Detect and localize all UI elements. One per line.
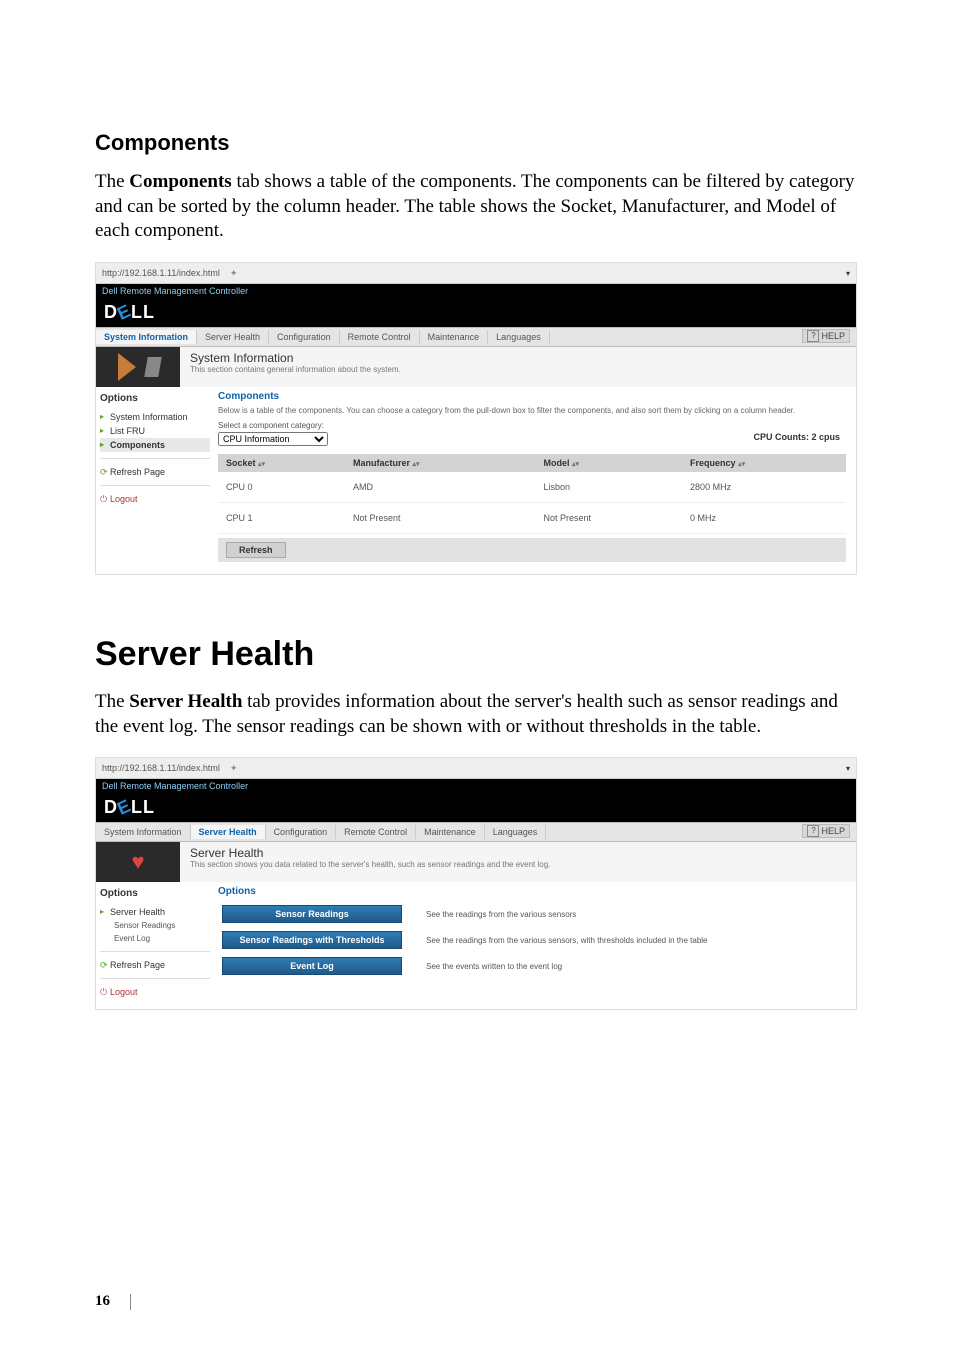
cell: 0 MHz [682, 503, 846, 534]
cell: CPU 1 [218, 503, 345, 534]
address-bar[interactable]: http://192.168.1.11/index.html ✦ ▾ [96, 263, 856, 284]
sidebar-item-sensor-readings[interactable]: Sensor Readings [100, 919, 210, 932]
cell: Not Present [345, 503, 535, 534]
select-label: Select a component category: [218, 421, 846, 430]
card-sensor-readings[interactable]: Sensor Readings [222, 905, 402, 923]
cell: 2800 MHz [682, 472, 846, 503]
sidebar-logout[interactable]: Logout [100, 492, 210, 506]
logo-bar: DELL [96, 298, 856, 327]
section-thumbnail: ♥ [96, 842, 180, 882]
help-label: HELP [821, 826, 845, 836]
category-select[interactable]: CPU Information [218, 432, 328, 446]
panel-subtitle: This section contains general informatio… [190, 365, 846, 374]
sidebar-item-components[interactable]: Components [100, 438, 210, 452]
sidebar: Options Server Health Sensor Readings Ev… [96, 882, 214, 1009]
footer-divider [130, 1294, 131, 1310]
paragraph-components: The Components tab shows a table of the … [95, 170, 859, 244]
panel-title: Server Health [190, 846, 846, 860]
main-tabs: System Information Server Health Configu… [96, 327, 856, 347]
help-button[interactable]: ?HELP [802, 329, 850, 343]
main-tabs: System Information Server Health Configu… [96, 822, 856, 842]
dropdown-icon[interactable]: ▾ [846, 764, 850, 773]
card-sensor-readings-thresholds[interactable]: Sensor Readings with Thresholds [222, 931, 402, 949]
cpu-counts: CPU Counts: 2 cpus [753, 432, 840, 442]
dropdown-icon[interactable]: ▾ [846, 269, 850, 278]
address-bar[interactable]: http://192.168.1.11/index.html ✦ ▾ [96, 758, 856, 779]
card-desc: See the readings from the various sensor… [406, 927, 846, 953]
tab-server-health[interactable]: Server Health [197, 330, 269, 344]
tab-remote-control[interactable]: Remote Control [336, 825, 416, 839]
dell-logo: DELL [104, 302, 155, 323]
sort-icon: ▴▾ [258, 461, 265, 468]
tab-remote-control[interactable]: Remote Control [340, 330, 420, 344]
tab-maintenance[interactable]: Maintenance [420, 330, 489, 344]
components-table: Socket ▴▾ Manufacturer ▴▾ Model ▴▾ Frequ… [218, 454, 846, 534]
panel-title: System Information [190, 351, 846, 365]
sidebar-heading: Options [100, 393, 210, 404]
sort-icon: ▴▾ [738, 461, 745, 468]
cell: AMD [345, 472, 535, 503]
table-row: CPU 1 Not Present Not Present 0 MHz [218, 503, 846, 534]
screenshot-server-health: http://192.168.1.11/index.html ✦ ▾ Dell … [95, 757, 857, 1010]
sidebar-refresh-page[interactable]: Refresh Page [100, 465, 210, 479]
sidebar-logout[interactable]: Logout [100, 985, 210, 999]
sidebar-item-server-health[interactable]: Server Health [100, 905, 210, 919]
help-label: HELP [821, 331, 845, 341]
help-icon: ? [807, 330, 819, 342]
url-text: http://192.168.1.11/index.html [102, 763, 220, 773]
panel-crumb: Components [218, 391, 846, 402]
tab-maintenance[interactable]: Maintenance [416, 825, 485, 839]
panel-subtitle: This section shows you data related to t… [190, 860, 846, 869]
card-event-log[interactable]: Event Log [222, 957, 402, 975]
tab-configuration[interactable]: Configuration [266, 825, 337, 839]
sort-icon: ▴▾ [572, 461, 579, 468]
cell: Lisbon [535, 472, 682, 503]
tab-system-information[interactable]: System Information [96, 825, 191, 839]
panel-crumb: Options [218, 886, 846, 897]
help-icon: ? [807, 825, 819, 837]
panel-description: Below is a table of the components. You … [218, 406, 846, 415]
tab-system-information[interactable]: System Information [96, 330, 197, 344]
page-number: 16 [95, 1293, 110, 1310]
new-tab-icon[interactable]: ✦ [230, 268, 238, 279]
tab-languages[interactable]: Languages [485, 825, 547, 839]
sidebar-heading: Options [100, 888, 210, 899]
cell: Not Present [535, 503, 682, 534]
heading-server-health: Server Health [95, 635, 859, 674]
col-socket[interactable]: Socket ▴▾ [218, 454, 345, 472]
paragraph-server-health: The Server Health tab provides informati… [95, 690, 859, 739]
table-row: CPU 0 AMD Lisbon 2800 MHz [218, 472, 846, 503]
card-desc: See the readings from the various sensor… [406, 901, 846, 927]
sidebar: Options System Information List FRU Comp… [96, 387, 214, 574]
url-text: http://192.168.1.11/index.html [102, 268, 220, 278]
sidebar-refresh-page[interactable]: Refresh Page [100, 958, 210, 972]
logo-bar: DELL [96, 793, 856, 822]
help-button[interactable]: ?HELP [802, 824, 850, 838]
dell-logo: DELL [104, 797, 155, 818]
refresh-button[interactable]: Refresh [226, 542, 286, 558]
col-manufacturer[interactable]: Manufacturer ▴▾ [345, 454, 535, 472]
sidebar-item-event-log[interactable]: Event Log [100, 932, 210, 945]
window-title: Dell Remote Management Controller [96, 284, 856, 298]
page-footer: 16 [95, 1293, 131, 1310]
cell: CPU 0 [218, 472, 345, 503]
sort-icon: ▴▾ [413, 461, 420, 468]
screenshot-components: http://192.168.1.11/index.html ✦ ▾ Dell … [95, 262, 857, 575]
sidebar-item-system-information[interactable]: System Information [100, 410, 210, 424]
card-desc: See the events written to the event log [406, 953, 846, 979]
new-tab-icon[interactable]: ✦ [230, 763, 238, 774]
heading-components: Components [95, 130, 859, 156]
section-thumbnail [96, 347, 180, 387]
sidebar-item-list-fru[interactable]: List FRU [100, 424, 210, 438]
tab-server-health[interactable]: Server Health [191, 825, 266, 839]
tab-configuration[interactable]: Configuration [269, 330, 340, 344]
window-title: Dell Remote Management Controller [96, 779, 856, 793]
col-frequency[interactable]: Frequency ▴▾ [682, 454, 846, 472]
col-model[interactable]: Model ▴▾ [535, 454, 682, 472]
tab-languages[interactable]: Languages [488, 330, 550, 344]
